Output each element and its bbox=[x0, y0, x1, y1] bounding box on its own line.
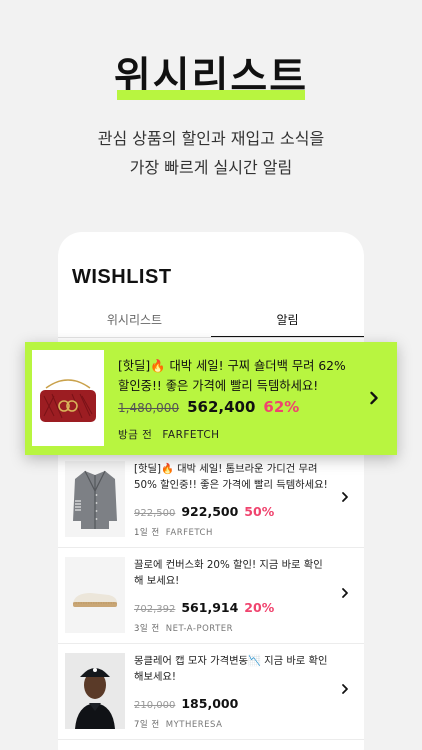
item-meta: 7일 전 MYTHERESA bbox=[134, 718, 222, 730]
product-image-gucci-bag bbox=[32, 350, 104, 446]
discount-rate: 50% bbox=[244, 504, 275, 519]
subtitle-line-1: 관심 상품의 할인과 재입고 소식을 bbox=[97, 129, 325, 148]
tab-divider bbox=[58, 337, 364, 338]
discount-rate: 62% bbox=[263, 398, 300, 416]
new-price: 185,000 bbox=[181, 696, 239, 711]
shop-name: MYTHERESA bbox=[165, 720, 223, 730]
new-price: 561,914 bbox=[181, 600, 239, 615]
shop-name: FARFETCH bbox=[162, 429, 220, 441]
notification-text: [핫딜]🔥 대박 세일! 톰브라운 가디건 무려 50% 할인중!! 좋은 가격… bbox=[134, 463, 328, 491]
item-meta: 방금 전 FARFETCH bbox=[118, 427, 220, 442]
highlighted-notification[interactable]: [핫딜]🔥 대박 세일! 구찌 숄더백 무려 62% 할인중!! 좋은 가격에 … bbox=[25, 342, 397, 455]
chevron-right-icon[interactable] bbox=[338, 586, 352, 600]
list-item[interactable]: [핫딜]🔥 대박 세일! 톰브라운 가디건 무려 50% 할인중!! 좋은 가격… bbox=[58, 452, 364, 548]
product-image-cap-model bbox=[65, 653, 125, 729]
hero-underline bbox=[117, 90, 305, 100]
time-ago: 방금 전 bbox=[118, 429, 153, 441]
time-ago: 7일 전 bbox=[134, 720, 160, 730]
tab-alerts[interactable]: 알림 bbox=[211, 308, 364, 338]
chevron-right-icon[interactable] bbox=[338, 490, 352, 504]
discount-rate: 20% bbox=[244, 600, 275, 615]
time-ago: 1일 전 bbox=[134, 528, 160, 538]
time-ago: 3일 전 bbox=[134, 624, 160, 634]
new-price: 562,400 bbox=[187, 398, 256, 416]
new-price: 922,500 bbox=[181, 504, 239, 519]
notification-text: 몽클레어 캡 모자 가격변동📉 지금 바로 확인해보세요! bbox=[134, 655, 328, 683]
hero-subtitle: 관심 상품의 할인과 재입고 소식을 가장 빠르게 실시간 알림 bbox=[0, 124, 422, 182]
tab-wishlist[interactable]: 위시리스트 bbox=[58, 308, 211, 338]
notification-text: 끌로에 컨버스화 20% 할인! 지금 바로 확인해 보세요! bbox=[134, 559, 323, 587]
shop-name: NET-A-PORTER bbox=[165, 624, 234, 634]
price-row: 210,000 185,000 bbox=[134, 696, 238, 711]
chevron-right-icon[interactable] bbox=[365, 389, 383, 407]
item-meta: 3일 전 NET-A-PORTER bbox=[134, 622, 233, 634]
item-meta: 1일 전 FARFETCH bbox=[134, 526, 213, 538]
old-price: 922,500 bbox=[134, 508, 176, 519]
phone-screen: WISHLIST 위시리스트 알림 [핫딜]🔥 대박 세일! 톰브라운 가디건 … bbox=[58, 232, 364, 750]
price-row: 1,480,000 562,400 62% bbox=[118, 398, 299, 416]
page-title: WISHLIST bbox=[72, 266, 172, 288]
chevron-right-icon[interactable] bbox=[338, 682, 352, 696]
notification-list: [핫딜]🔥 대박 세일! 톰브라운 가디건 무려 50% 할인중!! 좋은 가격… bbox=[58, 452, 364, 740]
old-price: 210,000 bbox=[134, 700, 176, 711]
list-item[interactable]: 몽클레어 캡 모자 가격변동📉 지금 바로 확인해보세요! 210,000 18… bbox=[58, 644, 364, 740]
subtitle-line-2: 가장 빠르게 실시간 알림 bbox=[129, 158, 293, 177]
price-row: 702,392 561,914 20% bbox=[134, 600, 274, 615]
old-price: 1,480,000 bbox=[118, 401, 180, 415]
list-item[interactable]: 끌로에 컨버스화 20% 할인! 지금 바로 확인해 보세요! 702,392 … bbox=[58, 548, 364, 644]
price-row: 922,500 922,500 50% bbox=[134, 504, 274, 519]
shop-name: FARFETCH bbox=[165, 528, 213, 538]
notification-text: [핫딜]🔥 대박 세일! 구찌 숄더백 무려 62% 할인중!! 좋은 가격에 … bbox=[118, 359, 346, 393]
product-image-cardigan bbox=[65, 461, 125, 537]
tab-bar: 위시리스트 알림 bbox=[58, 308, 364, 338]
old-price: 702,392 bbox=[134, 604, 176, 615]
product-image-espadrille bbox=[65, 557, 125, 633]
